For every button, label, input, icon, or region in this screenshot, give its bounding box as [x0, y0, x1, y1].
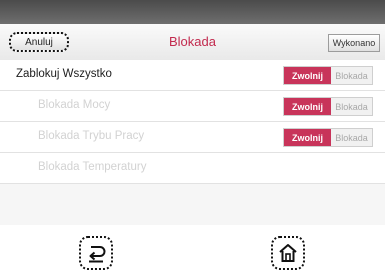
- mode-lock-row: Blokada Trybu Pracy Zwolnij Blokada: [0, 122, 385, 153]
- release-option[interactable]: Zwolnij: [284, 98, 331, 115]
- done-button[interactable]: Wykonano: [328, 34, 380, 52]
- lock-settings-screen: Anuluj Blokada Wykonano Zablokuj Wszystk…: [0, 0, 385, 225]
- header-bar: Anuluj Blokada Wykonano: [0, 24, 385, 61]
- empty-list-area: [0, 184, 385, 225]
- power-lock-toggle[interactable]: Zwolnij Blokada: [283, 97, 373, 116]
- power-lock-label: Blokada Mocy: [38, 99, 111, 111]
- temperature-lock-row: Blokada Temperatury: [0, 153, 385, 184]
- lock-all-row: Zablokuj Wszystko Zwolnij Blokada: [0, 60, 385, 91]
- power-lock-row: Blokada Mocy Zwolnij Blokada: [0, 91, 385, 122]
- release-option[interactable]: Zwolnij: [284, 129, 331, 146]
- release-option[interactable]: Zwolnij: [284, 67, 331, 84]
- mode-lock-label: Blokada Trybu Pracy: [38, 130, 145, 142]
- back-button[interactable]: [79, 236, 113, 270]
- home-button[interactable]: [271, 236, 305, 270]
- mode-lock-toggle[interactable]: Zwolnij Blokada: [283, 128, 373, 147]
- lock-option[interactable]: Blokada: [331, 129, 372, 146]
- lock-all-toggle[interactable]: Zwolnij Blokada: [283, 66, 373, 85]
- lock-option[interactable]: Blokada: [331, 67, 372, 84]
- lock-all-label: Zablokuj Wszystko: [16, 68, 112, 80]
- page-title: Blokada: [169, 34, 216, 49]
- lock-option[interactable]: Blokada: [331, 98, 372, 115]
- temperature-lock-label: Blokada Temperatury: [38, 161, 147, 173]
- status-bar: [0, 0, 385, 24]
- cancel-button[interactable]: Anuluj: [9, 32, 69, 52]
- home-icon: [279, 244, 297, 262]
- back-arrow-icon: [89, 246, 106, 263]
